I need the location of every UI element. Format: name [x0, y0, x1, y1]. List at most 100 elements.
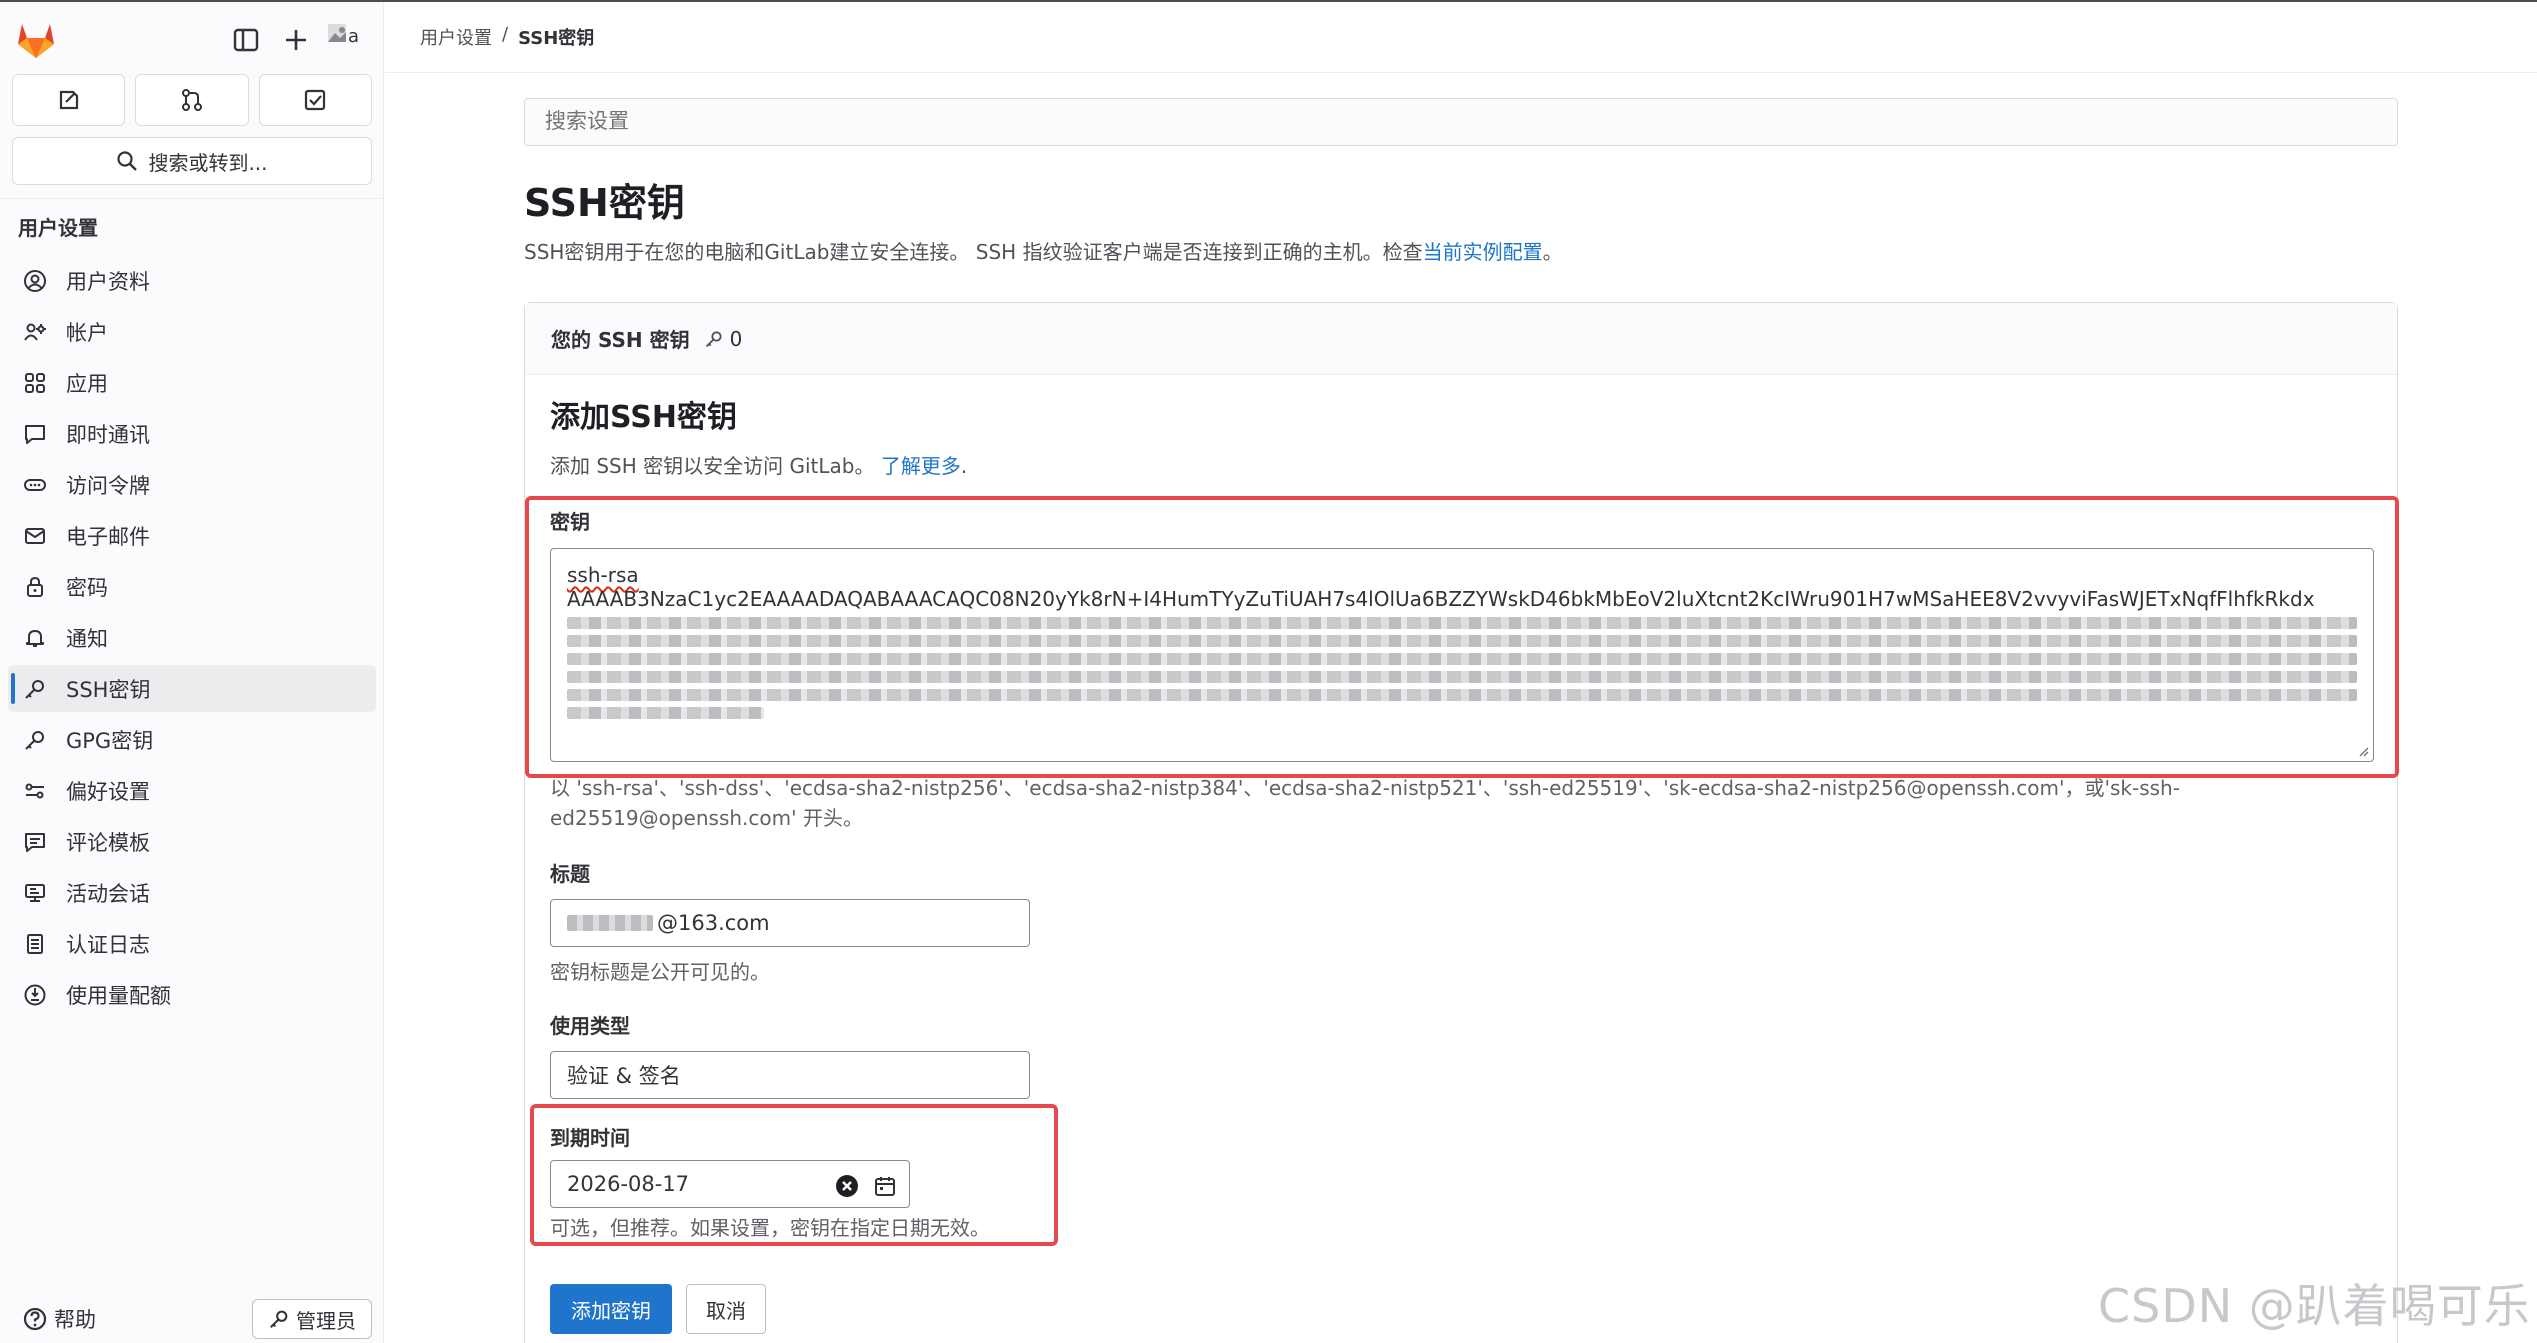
sidebar-item-label: SSH密钥	[66, 677, 151, 702]
admin-label: 管理员	[296, 1308, 356, 1333]
page-title: SSH密钥	[524, 181, 685, 225]
monitor-icon	[22, 880, 48, 906]
sidebar-item-ssh-keys[interactable]: SSH密钥	[8, 665, 376, 712]
cancel-button[interactable]: 取消	[686, 1284, 766, 1334]
admin-key-icon	[270, 1310, 288, 1328]
sidebar-item-label: 活动会话	[66, 881, 150, 906]
key-help-text-line1: 以 'ssh-rsa'、'ssh-dss'、'ecdsa-sha2-nistp2…	[550, 776, 2180, 800]
sidebar-item-emails[interactable]: 电子邮件	[8, 512, 376, 559]
breadcrumb: 用户设置 / SSH密钥	[420, 24, 594, 50]
sidebar-item-usage-quotas[interactable]: 使用量配额	[8, 971, 376, 1018]
admin-button[interactable]: 管理员	[252, 1299, 372, 1339]
gitlab-logo-icon[interactable]	[14, 18, 58, 60]
add-key-button[interactable]: 添加密钥	[550, 1284, 672, 1334]
preferences-icon	[22, 778, 48, 804]
title-label: 标题	[550, 862, 590, 886]
add-ssh-key-description-text: 添加 SSH 密钥以安全访问 GitLab。	[550, 454, 875, 478]
key-icon	[22, 727, 48, 753]
title-help-text: 密钥标题是公开可见的。	[550, 960, 770, 984]
usage-type-label: 使用类型	[550, 1014, 630, 1038]
global-search-label: 搜索或转到...	[148, 150, 268, 175]
sidebar-item-chat[interactable]: 即时通讯	[8, 410, 376, 457]
key-help-text-line2: ed25519@openssh.com' 开头。	[550, 806, 863, 830]
sidebar-item-active-sessions[interactable]: 活动会话	[8, 869, 376, 916]
sidebar-item-label: GPG密钥	[66, 728, 154, 753]
usage-type-value: 验证 & 签名	[567, 1064, 681, 1088]
sidebar-item-label: 密码	[66, 575, 108, 600]
todo-button[interactable]	[258, 74, 372, 126]
sidebar-item-notifications[interactable]: 通知	[8, 614, 376, 661]
blurred-email-prefix	[567, 915, 653, 931]
lock-icon	[22, 574, 48, 600]
chat-icon	[22, 421, 48, 447]
learn-more-link[interactable]: 了解更多	[881, 454, 961, 478]
header-divider	[385, 72, 2537, 73]
sidebar-item-label: 认证日志	[66, 932, 150, 957]
instance-configuration-link[interactable]: 当前实例配置	[1423, 240, 1543, 264]
applications-icon	[22, 370, 48, 396]
log-icon	[22, 931, 48, 957]
breadcrumb-parent[interactable]: 用户设置	[420, 24, 492, 50]
key-count-badge: 0	[704, 326, 743, 351]
add-ssh-key-title: 添加SSH密钥	[550, 400, 737, 435]
sidebar-item-comment-templates[interactable]: 评论模板	[8, 818, 376, 865]
key-count: 0	[729, 326, 743, 351]
account-icon	[22, 319, 48, 345]
sidebar-divider	[0, 198, 384, 199]
add-ssh-key-description-suffix: .	[960, 454, 968, 478]
merge-requests-button[interactable]	[135, 74, 249, 126]
key-icon	[705, 330, 722, 347]
sidebar-item-label: 帐户	[66, 320, 108, 345]
sidebar-item-label: 偏好设置	[66, 779, 150, 804]
token-icon	[22, 472, 48, 498]
sidebar-item-label: 即时通讯	[66, 422, 150, 447]
sidebar-section-title: 用户设置	[18, 216, 98, 240]
sidebar-toggle-icon[interactable]	[228, 22, 264, 58]
settings-search-input[interactable]	[524, 98, 2398, 146]
merge-request-icon	[181, 89, 202, 111]
sidebar-item-label: 访问令牌	[66, 473, 150, 498]
sidebar: a 搜索或转到... 用户设置 用户资料 帐户 应用 即时通讯 访问令牌 电子邮…	[0, 2, 384, 1343]
search-icon	[117, 151, 138, 171]
issues-icon	[59, 90, 78, 110]
avatar[interactable]: a	[326, 20, 366, 58]
help-button[interactable]: 帮助	[22, 1304, 96, 1334]
help-icon	[23, 1307, 47, 1331]
sidebar-item-gpg-keys[interactable]: GPG密钥	[8, 716, 376, 763]
key-icon	[22, 676, 48, 702]
highlight-key-box	[525, 496, 2399, 778]
sidebar-item-access-tokens[interactable]: 访问令牌	[8, 461, 376, 508]
title-input-value: @163.com	[657, 911, 770, 935]
help-label: 帮助	[54, 1308, 96, 1332]
usage-type-select[interactable]: 验证 & 签名	[550, 1051, 1030, 1099]
sidebar-item-profile[interactable]: 用户资料	[8, 257, 376, 304]
todo-icon	[305, 89, 326, 111]
sidebar-item-applications[interactable]: 应用	[8, 359, 376, 406]
bell-icon	[22, 625, 48, 651]
sidebar-nav: 用户资料 帐户 应用 即时通讯 访问令牌 电子邮件 密码 通知 SSH密钥 GP…	[8, 257, 376, 1022]
sidebar-item-label: 电子邮件	[66, 524, 150, 549]
watermark: CSDN @趴着喝可乐	[2098, 1279, 2531, 1333]
sidebar-item-preferences[interactable]: 偏好设置	[8, 767, 376, 814]
plus-icon[interactable]	[278, 22, 314, 58]
svg-text:a: a	[348, 26, 359, 47]
card-header-title: 您的 SSH 密钥	[551, 328, 690, 352]
sidebar-item-password[interactable]: 密码	[8, 563, 376, 610]
breadcrumb-separator: /	[502, 24, 509, 45]
profile-icon	[22, 268, 48, 294]
sidebar-item-label: 评论模板	[66, 830, 150, 855]
sidebar-item-label: 用户资料	[66, 269, 150, 294]
page-description-text: SSH密钥用于在您的电脑和GitLab建立安全连接。 SSH 指纹验证客户端是否…	[524, 240, 1423, 264]
sidebar-item-label: 通知	[66, 626, 108, 651]
add-ssh-key-description: 添加 SSH 密钥以安全访问 GitLab。 了解更多.	[550, 450, 967, 479]
sidebar-item-auth-log[interactable]: 认证日志	[8, 920, 376, 967]
highlight-expiry-box	[530, 1104, 1058, 1246]
issues-button[interactable]	[12, 74, 126, 126]
page-description-suffix: 。	[1542, 240, 1563, 264]
sidebar-item-account[interactable]: 帐户	[8, 308, 376, 355]
global-search-button[interactable]: 搜索或转到...	[12, 137, 372, 185]
breadcrumb-current[interactable]: SSH密钥	[518, 24, 594, 50]
title-input[interactable]: @163.com	[550, 899, 1030, 947]
quota-icon	[22, 982, 48, 1008]
sidebar-item-label: 使用量配额	[66, 983, 171, 1008]
